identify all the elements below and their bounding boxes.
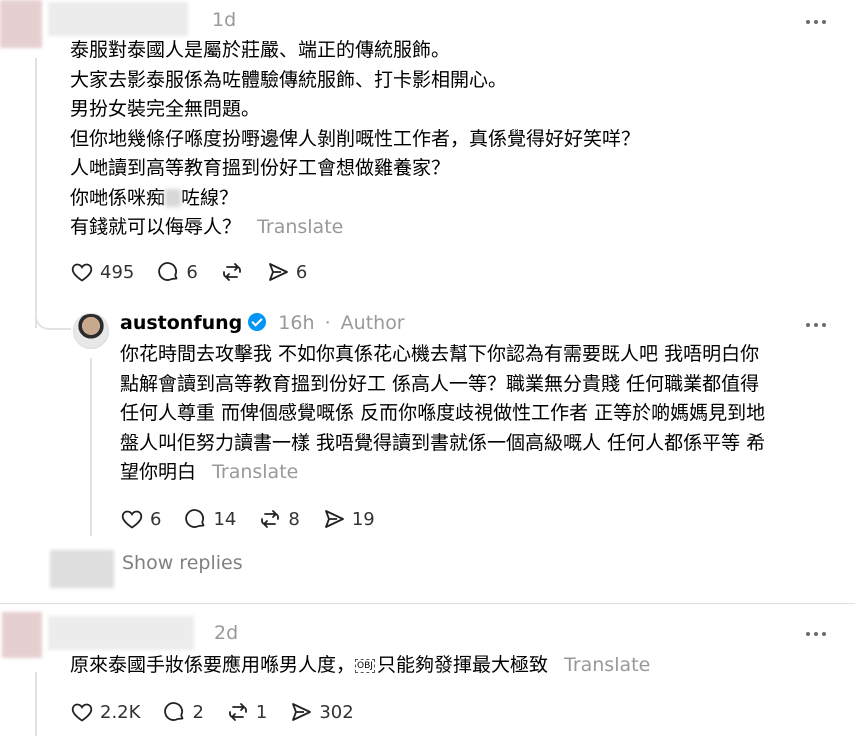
comment-time: 1d — [212, 9, 237, 31]
comment-text: 你哋係咪痴 — [70, 186, 166, 209]
translate-link[interactable]: Translate — [212, 461, 298, 483]
comment-line: 盤人叫佢努力讀書一樣 我唔覺得讀到書就係一個高級嘅人 任何人都係平等 希 — [120, 431, 766, 454]
heart-icon — [71, 263, 93, 282]
comment-line: 任何人尊重 而俾個感覺嘅係 反而你喺度歧視做性工作者 正等於啲媽媽見到地 — [120, 402, 766, 424]
thread-line — [90, 358, 92, 536]
comment-text: 咗線？ — [181, 186, 239, 209]
thread-line — [35, 672, 37, 736]
comment-line: 但你地幾條仔喺度扮嘢邊俾人剝削嘅性工作者，真係覺得好好笑咩？ — [70, 127, 641, 150]
reply-button[interactable]: 14 — [183, 507, 236, 531]
reply-count: 6 — [186, 261, 198, 283]
share-icon — [268, 263, 288, 281]
comment-icon — [158, 262, 178, 281]
avatar[interactable] — [73, 313, 109, 349]
translate-link[interactable]: Translate — [257, 216, 343, 238]
repost-button[interactable]: 8 — [258, 507, 300, 531]
comment-line: 有錢就可以侮辱人？ Translate — [70, 213, 640, 243]
action-bar: 495 6 6 — [70, 260, 329, 284]
more-icon[interactable] — [806, 629, 834, 639]
repost-icon — [222, 263, 241, 281]
comment-text: 望你明白 — [120, 461, 197, 483]
reply-header: austonfung 16h · Author — [120, 312, 405, 334]
translate-link[interactable]: Translate — [564, 654, 650, 676]
repost-count: 8 — [288, 508, 300, 530]
blurred-avatar — [2, 612, 42, 658]
thread-connector — [35, 300, 71, 330]
share-button[interactable]: 302 — [289, 700, 354, 724]
show-replies-link[interactable]: Show replies — [122, 552, 243, 574]
repost-button[interactable]: 1 — [226, 700, 267, 724]
comment-line: 你花時間去攻擊我 不如你真係花心機去幫下你認為有需要既人吧 我唔明白你 — [120, 343, 760, 365]
comment-line: 點解會讀到高等教育搵到份好工 係高人一等？職業無分貴賤 任何職業都值得 — [120, 372, 760, 395]
comment-text: 只能夠發揮最大極致 — [376, 654, 548, 676]
repost-count: 1 — [255, 701, 268, 723]
share-count: 6 — [295, 261, 308, 283]
comment-text: 原來泰國手妝係要應用喺男人度， — [70, 654, 356, 676]
reply-count: 14 — [213, 508, 237, 530]
more-icon[interactable] — [806, 17, 834, 27]
like-count: 2.2K — [100, 701, 141, 723]
share-icon — [292, 703, 312, 721]
comment-line: 泰服對泰國人是屬於莊嚴、端正的傳統服飾。 — [70, 39, 451, 61]
share-button[interactable]: 6 — [266, 260, 307, 284]
action-bar: 2.2K 2 1 302 — [70, 700, 376, 724]
more-icon[interactable] — [806, 320, 834, 330]
comment-line: 望你明白 Translate — [120, 458, 765, 488]
username[interactable]: austonfung — [120, 312, 242, 334]
share-icon — [324, 510, 344, 528]
censored-char — [165, 188, 182, 207]
author-tag: Author — [340, 312, 405, 334]
reply-count: 2 — [192, 701, 204, 723]
comment-icon — [164, 702, 184, 721]
share-button[interactable]: 19 — [322, 507, 375, 531]
comment-line: 男扮女裝完全無問題。 — [70, 98, 261, 120]
like-button[interactable]: 2.2K — [70, 700, 140, 724]
repost-icon — [261, 510, 280, 528]
like-button[interactable]: 6 — [120, 507, 161, 531]
blurred-username — [48, 616, 194, 650]
reply-button[interactable]: 6 — [156, 260, 198, 284]
comment-line: 人哋讀到高等教育搵到份好工會想做雞養家？ — [70, 157, 451, 179]
like-count: 6 — [150, 508, 162, 530]
heart-icon — [71, 703, 93, 722]
verified-icon — [248, 313, 267, 331]
comment-body: 原來泰國手妝係要應用喺男人度， OBJ 只能夠發揮最大極致 Translate — [70, 651, 650, 681]
heart-icon — [121, 510, 143, 529]
comment-icon — [185, 509, 205, 528]
comment-line: 大家去影泰服係為咗體驗傳統服飾、打卡影相開心。 — [70, 68, 508, 91]
comment-text: 有錢就可以侮辱人？ — [70, 216, 242, 238]
blurred-avatar-stack — [50, 550, 114, 588]
divider — [0, 603, 855, 604]
share-count: 302 — [319, 701, 354, 723]
like-button[interactable]: 495 — [70, 260, 134, 284]
share-count: 19 — [351, 508, 375, 530]
action-bar: 6 14 8 19 — [120, 507, 397, 531]
comment-time: 16h — [278, 312, 315, 334]
comment-time: 2d — [214, 622, 239, 644]
separator: · — [324, 312, 331, 334]
like-count: 495 — [100, 261, 135, 283]
reply-body: 你花時間去攻擊我 不如你真係花心機去幫下你認為有需要既人吧 我唔明白你 點解會讀… — [120, 340, 765, 488]
thread-line — [35, 58, 37, 328]
reply-button[interactable]: 2 — [162, 700, 204, 724]
comment-line: 你哋係咪痴 咗線？ — [70, 184, 640, 214]
blurred-avatar — [0, 0, 42, 48]
blurred-username — [48, 2, 188, 36]
repost-icon — [228, 703, 247, 721]
object-replacement-icon: OBJ — [355, 659, 375, 673]
repost-button[interactable] — [220, 260, 244, 284]
comment-body: 泰服對泰國人是屬於莊嚴、端正的傳統服飾。 大家去影泰服係為咗體驗傳統服飾、打卡影… — [70, 36, 640, 243]
